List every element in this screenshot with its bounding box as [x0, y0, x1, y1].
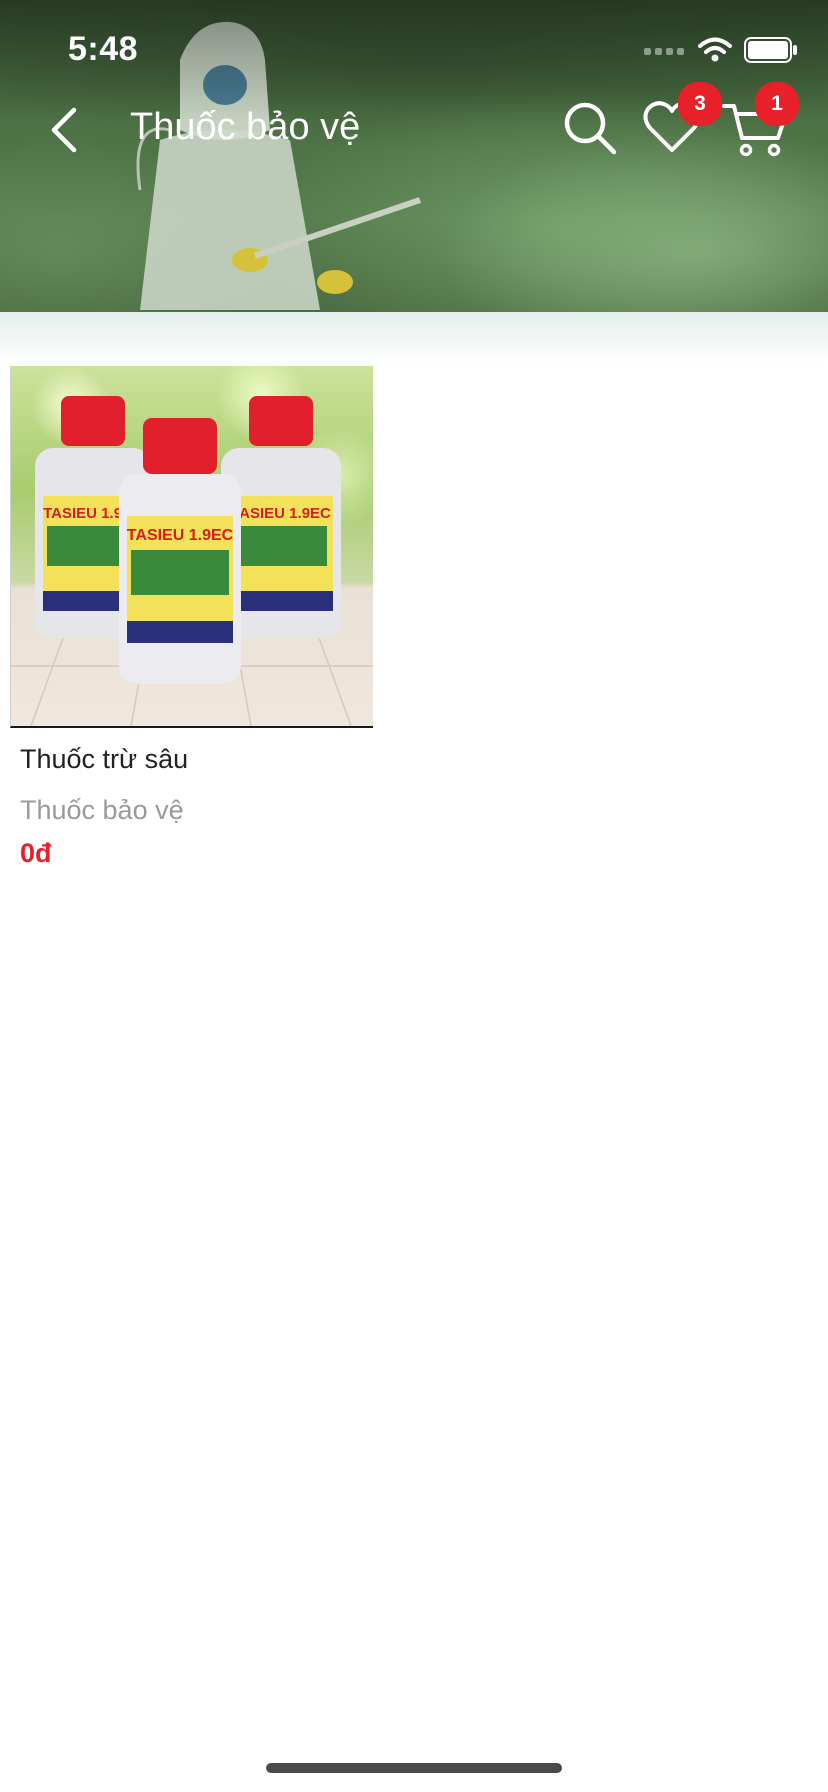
product-card[interactable]: TASIEU 1.9EC TASIEU 1.9EC TASIEU 1.9EC T… — [10, 366, 373, 869]
banner-bottom-fade — [0, 312, 828, 364]
product-category: Thuốc bảo vệ — [20, 795, 184, 825]
search-icon — [564, 102, 617, 155]
wifi-icon — [698, 37, 732, 62]
product-name: Thuốc trừ sâu — [20, 744, 189, 774]
product-price: 0đ — [20, 838, 52, 868]
svg-text:TASIEU 1.9EC: TASIEU 1.9EC — [231, 505, 331, 522]
home-indicator[interactable] — [266, 1763, 562, 1773]
status-icons — [644, 36, 798, 64]
battery-icon — [744, 37, 797, 63]
wishlist-count-badge: 3 — [678, 82, 722, 126]
product-bottles-illustration: TASIEU 1.9EC TASIEU 1.9EC TASIEU 1.9EC — [11, 396, 373, 726]
product-image: TASIEU 1.9EC TASIEU 1.9EC TASIEU 1.9EC — [10, 366, 373, 728]
svg-text:TASIEU 1.9EC: TASIEU 1.9EC — [127, 527, 234, 544]
back-button[interactable] — [44, 104, 88, 156]
status-time: 5:48 — [68, 30, 139, 68]
page-title: Thuốc bảo vệ — [130, 106, 361, 148]
search-button[interactable] — [562, 100, 618, 156]
signal-icon — [644, 48, 684, 55]
chevron-left-icon — [51, 107, 77, 153]
cart-count-badge: 1 — [755, 82, 799, 126]
